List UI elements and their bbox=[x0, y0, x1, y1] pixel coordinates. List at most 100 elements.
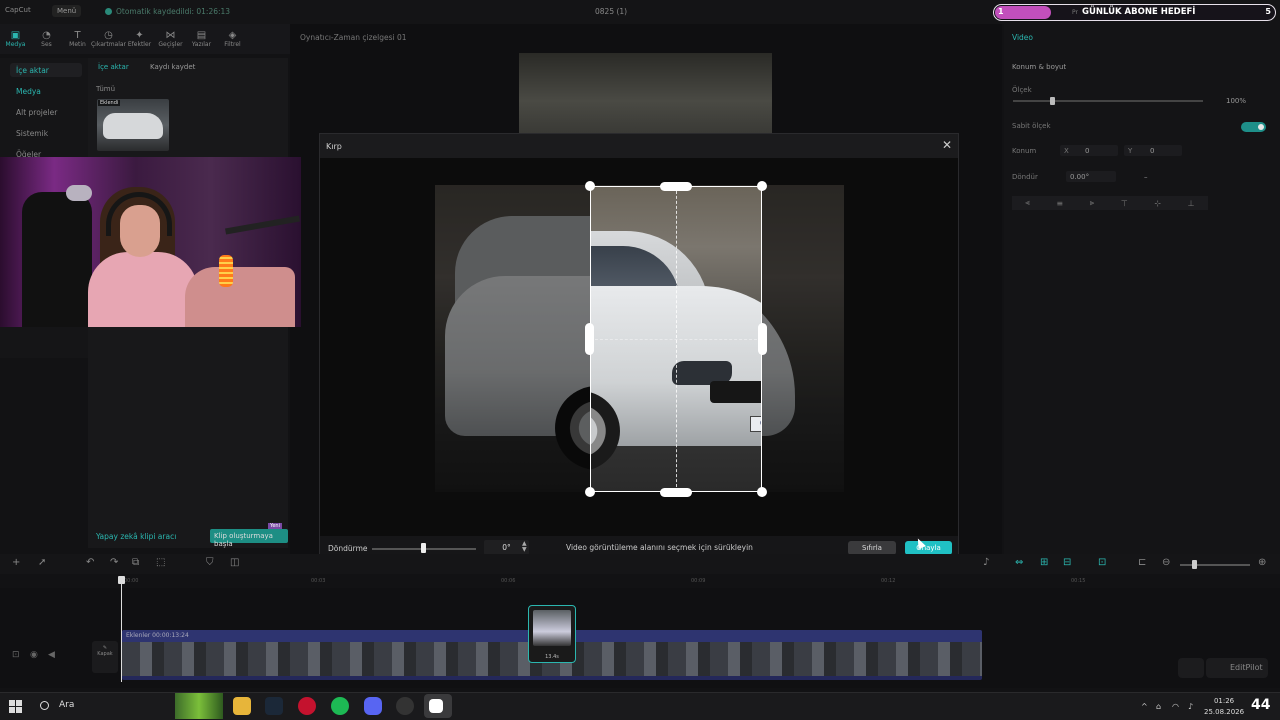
tool-transitions[interactable]: ⋈ Geçişler bbox=[155, 24, 186, 54]
undo-icon[interactable]: ↶ bbox=[86, 558, 94, 568]
tool-effects[interactable]: ✦ Efektler bbox=[124, 24, 155, 54]
crop-handle-bottom-right[interactable] bbox=[757, 487, 767, 497]
section-position-size[interactable]: Konum & boyut bbox=[1012, 63, 1066, 71]
editpilot-button[interactable]: EditPilot bbox=[1206, 658, 1268, 678]
tray-chevron-icon[interactable]: ^ bbox=[1141, 702, 1148, 711]
tool-captions[interactable]: ▤ Yazılar bbox=[186, 24, 217, 54]
game-banner-icon[interactable] bbox=[175, 693, 223, 719]
mirror-icon[interactable]: ◫ bbox=[230, 558, 239, 568]
notification-count[interactable]: 44 bbox=[1251, 697, 1270, 713]
align-center-icon[interactable]: ≡ bbox=[1056, 199, 1063, 208]
tool-text[interactable]: T Metin bbox=[62, 24, 93, 54]
opera-icon[interactable] bbox=[298, 697, 316, 715]
align-bottom-icon[interactable]: ⊥ bbox=[1188, 199, 1195, 208]
redo-icon[interactable]: ↷ bbox=[110, 558, 118, 568]
crop-handle-right[interactable] bbox=[758, 323, 767, 355]
discord-icon[interactable] bbox=[364, 697, 382, 715]
snap-icon[interactable]: ⊟ bbox=[1063, 558, 1071, 568]
sidebar-item-import[interactable]: İçe aktar bbox=[16, 66, 49, 75]
sticker-icon: ◷ bbox=[104, 30, 113, 41]
rotation-slider-knob[interactable] bbox=[421, 543, 426, 553]
crop-handle-top[interactable] bbox=[660, 182, 692, 191]
scale-value[interactable]: 100% bbox=[1226, 97, 1246, 105]
shield-icon[interactable]: ⛉ bbox=[206, 558, 214, 568]
zoom-slider-knob[interactable] bbox=[1192, 560, 1197, 569]
lock-icon[interactable]: ⊡ bbox=[12, 650, 20, 660]
inspector-tab-video[interactable]: Video bbox=[1012, 33, 1033, 42]
tool-audio[interactable]: ◔ Ses bbox=[31, 24, 62, 54]
crop-grid-horizontal bbox=[590, 339, 762, 340]
start-clip-button[interactable]: Klip oluşturmaya başla Yeni bbox=[210, 523, 288, 548]
crop-handle-top-right[interactable] bbox=[757, 181, 767, 191]
cover-label: Kapak bbox=[97, 651, 113, 657]
cover-button[interactable]: ✎ Kapak bbox=[92, 641, 118, 673]
timeline-ruler[interactable] bbox=[0, 574, 1280, 588]
confirm-button[interactable]: Onayla bbox=[905, 541, 952, 555]
media-thumbnail[interactable]: Eklendi bbox=[97, 99, 169, 151]
stepper-icon[interactable]: ▲ ▼ bbox=[522, 541, 527, 553]
align-top-icon[interactable]: ⊤ bbox=[1121, 199, 1128, 208]
tool-media[interactable]: ▣ Medya bbox=[0, 24, 31, 54]
tool-label: Geçişler bbox=[158, 41, 183, 48]
tray-wifi-icon[interactable]: ◠ bbox=[1172, 702, 1179, 711]
preview-axis-icon[interactable]: ⊡ bbox=[1098, 558, 1106, 568]
tool-filters[interactable]: ◈ Filtrel bbox=[217, 24, 248, 54]
dialog-title: Kırp bbox=[326, 142, 342, 151]
tool-label: Yazılar bbox=[191, 41, 212, 48]
import-button[interactable]: İçe aktar bbox=[98, 63, 129, 71]
playhead[interactable] bbox=[118, 576, 125, 682]
crop-handle-bottom-left[interactable] bbox=[585, 487, 595, 497]
file-explorer-icon[interactable] bbox=[233, 697, 251, 715]
link-icon[interactable]: ⇔ bbox=[1015, 558, 1023, 568]
project-title: 0825 (1) bbox=[595, 7, 628, 16]
capcut-window: CapCut Menü Otomatik kaydedildi: 01:26:1… bbox=[0, 0, 1280, 720]
windows-start-icon[interactable] bbox=[9, 700, 22, 713]
tray-volume-icon[interactable]: ♪ bbox=[1188, 702, 1193, 711]
reset-button[interactable]: Sıfırla bbox=[848, 541, 896, 555]
sidebar-item-subprojects[interactable]: Alt projeler bbox=[16, 108, 57, 117]
gaming-chair bbox=[22, 192, 92, 327]
zoom-slider-track[interactable] bbox=[1180, 564, 1250, 566]
audio-mute-icon[interactable]: ◀ bbox=[48, 650, 55, 660]
subtitle-icon[interactable]: ⊏ bbox=[1138, 558, 1146, 568]
tool-stickers[interactable]: ◷ Çıkartmalar bbox=[91, 24, 126, 54]
steam-icon[interactable] bbox=[265, 697, 283, 715]
sidebar-item-media[interactable]: Medya bbox=[16, 87, 41, 96]
spotify-icon[interactable] bbox=[331, 697, 349, 715]
obs-icon[interactable] bbox=[396, 697, 414, 715]
ai-clip-tool-link[interactable]: Yapay zekâ klipi aracı bbox=[96, 532, 176, 541]
zoom-out-icon[interactable]: ⊖ bbox=[1162, 558, 1170, 568]
microphone-icon[interactable]: ♪ bbox=[983, 558, 989, 568]
crop-canvas[interactable]: 06 FUV 833 bbox=[320, 158, 958, 536]
mic-arm bbox=[225, 215, 300, 235]
align-left-icon[interactable]: ⫷ bbox=[1025, 198, 1030, 208]
eye-icon[interactable]: ◉ bbox=[30, 650, 38, 660]
taskbar-clock[interactable]: 01:26 25.08.2026 bbox=[1204, 696, 1244, 718]
all-filter[interactable]: Tümü bbox=[96, 85, 115, 93]
sidebar-item-system[interactable]: Sistemik bbox=[16, 129, 48, 138]
scale-slider-track[interactable] bbox=[1013, 100, 1203, 102]
text-icon: T bbox=[74, 30, 81, 41]
ruler-tick: 00:15 bbox=[1071, 578, 1086, 584]
player-video-frame bbox=[519, 53, 772, 133]
uniform-scale-toggle[interactable] bbox=[1241, 122, 1266, 132]
crop-icon[interactable]: ⬚ bbox=[156, 558, 165, 568]
tray-network-icon[interactable]: ⌂ bbox=[1156, 702, 1161, 711]
zoom-in-icon[interactable]: ⊕ bbox=[1258, 558, 1266, 568]
align-middle-icon[interactable]: ⊹ bbox=[1154, 199, 1161, 208]
record-button[interactable]: Kaydı kaydet bbox=[150, 63, 195, 71]
add-icon[interactable]: + bbox=[12, 558, 20, 568]
align-right-icon[interactable]: ⫸ bbox=[1090, 198, 1095, 208]
dragging-clip-thumbnail[interactable]: 13.4s bbox=[528, 605, 576, 663]
magnet-icon[interactable]: ⊞ bbox=[1040, 558, 1048, 568]
streamer-arm bbox=[185, 267, 295, 327]
split-icon[interactable]: ⧉ bbox=[132, 558, 139, 568]
crop-handle-bottom[interactable] bbox=[660, 488, 692, 497]
crop-handle-top-left[interactable] bbox=[585, 181, 595, 191]
crop-handle-left[interactable] bbox=[585, 323, 594, 355]
close-icon[interactable]: ✕ bbox=[942, 139, 952, 151]
menu-button[interactable]: Menü bbox=[52, 5, 82, 17]
scale-slider-knob[interactable] bbox=[1050, 97, 1055, 105]
editpilot-side-icon[interactable] bbox=[1178, 658, 1204, 678]
select-icon[interactable]: ➚ bbox=[38, 558, 46, 568]
